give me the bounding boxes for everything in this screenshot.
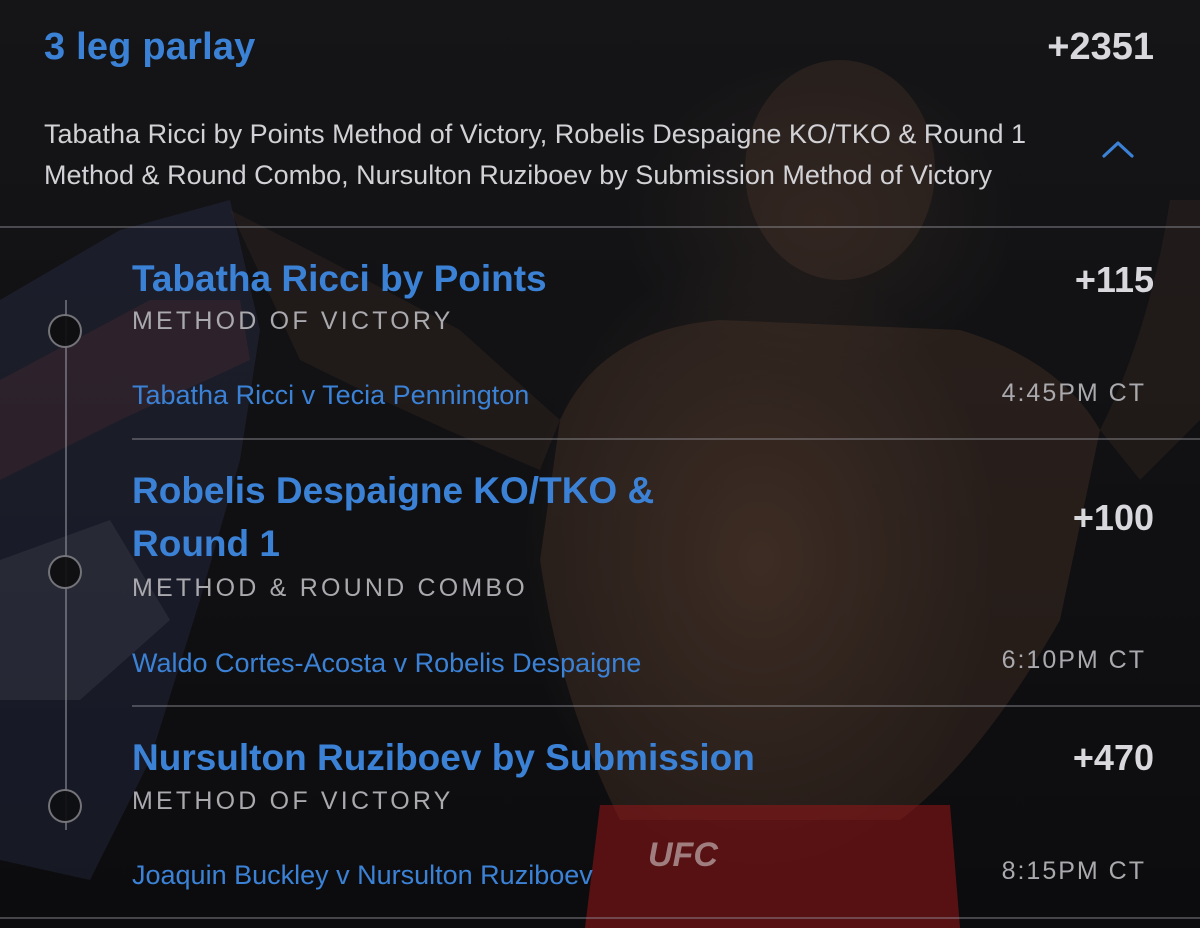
header-divider: [0, 226, 1200, 228]
chevron-up-icon: [1102, 141, 1134, 158]
leg-divider: [132, 438, 1200, 440]
parlay-leg-1[interactable]: Tabatha Ricci by Points +115 METHOD OF V…: [132, 252, 1154, 438]
leg-selection: Robelis Despaigne KO/TKO & Round 1: [132, 470, 655, 564]
leg-matchup-link[interactable]: Joaquin Buckley v Nursulton Ruziboev: [132, 860, 593, 891]
leg-start-time: 6:10PM CT: [1001, 646, 1146, 674]
parlay-odds: +2351: [1047, 26, 1154, 68]
leg-divider: [132, 705, 1200, 707]
parlay-leg-3[interactable]: Nursulton Ruziboev by Submission +470 ME…: [132, 731, 1154, 921]
leg-node-1: [48, 314, 82, 348]
leg-market: METHOD OF VICTORY: [132, 787, 454, 815]
parlay-summary: Tabatha Ricci by Points Method of Victor…: [44, 119, 1026, 190]
leg-odds: +115: [1074, 259, 1154, 300]
leg-matchup-link[interactable]: Tabatha Ricci v Tecia Pennington: [132, 380, 529, 411]
leg-odds: +470: [1072, 737, 1154, 778]
parlay-title: 3 leg parlay: [44, 26, 256, 68]
leg-selection: Nursulton Ruziboev by Submission: [132, 737, 755, 778]
parlay-leg-2[interactable]: Robelis Despaigne KO/TKO & Round 1 +100 …: [132, 464, 1154, 704]
leg-matchup-link[interactable]: Waldo Cortes-Acosta v Robelis Despaigne: [132, 648, 641, 679]
leg-start-time: 4:45PM CT: [1001, 379, 1146, 407]
leg-node-2: [48, 555, 82, 589]
leg-selection: Tabatha Ricci by Points: [132, 258, 547, 299]
bottom-divider: [0, 917, 1200, 919]
leg-odds: +100: [1072, 497, 1154, 538]
leg-start-time: 8:15PM CT: [1001, 857, 1146, 885]
collapse-toggle-button[interactable]: [1098, 134, 1138, 164]
leg-market: METHOD OF VICTORY: [132, 307, 454, 335]
leg-market: METHOD & ROUND COMBO: [132, 574, 528, 602]
leg-node-3: [48, 789, 82, 823]
